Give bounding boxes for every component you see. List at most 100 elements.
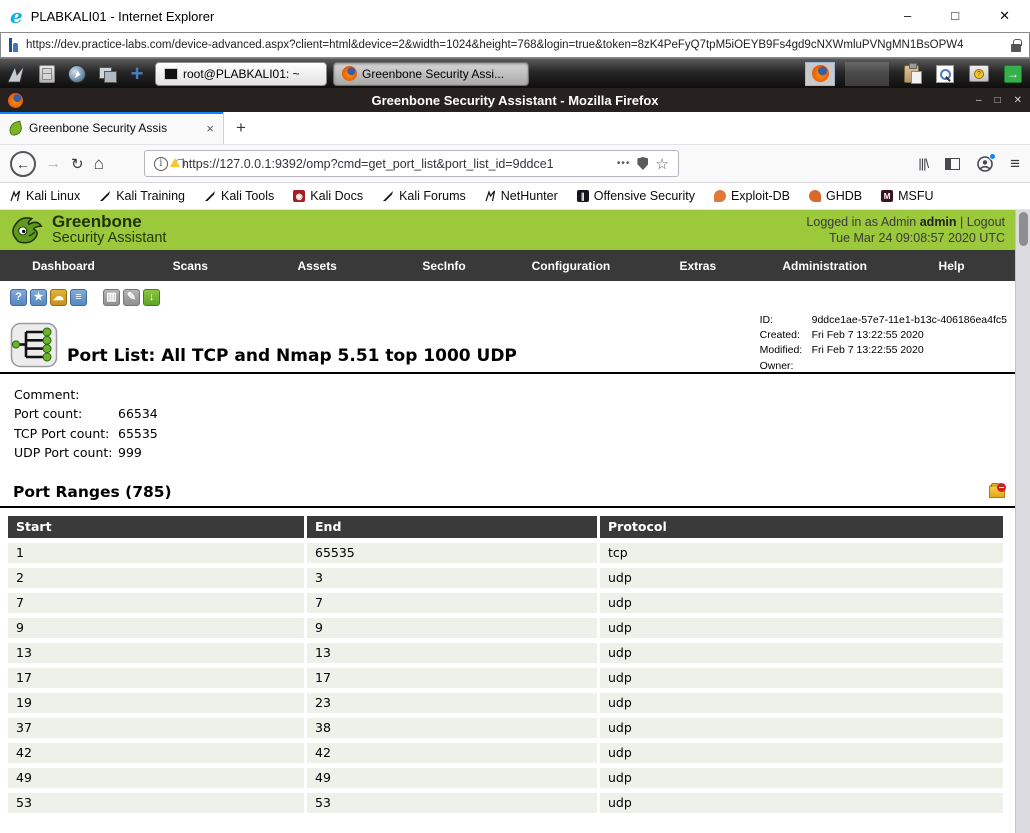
greenbone-brand[interactable]: Greenbone Security Assistant [8,211,166,249]
ie-url-text[interactable]: https://dev.practice-labs.com/device-adv… [26,39,1004,51]
ie-window-controls: – □ ✕ [904,8,1020,24]
ie-maximize-button[interactable]: □ [951,8,959,24]
bookmark-msfu[interactable]: M MSFU [881,189,933,203]
table-cell: 53 [307,793,597,813]
table-cell: udp [600,768,1003,788]
menu-configuration[interactable]: Configuration [508,259,635,273]
fold-badge [997,483,1006,492]
ghdb-icon [809,190,821,202]
firefox-minimize-button[interactable]: – [976,95,982,106]
port-ranges-table: Start End Protocol 1 65535 tcp 2 3 udp 7… [8,516,1015,813]
forward-button[interactable]: → [46,155,61,172]
account-icon[interactable] [977,156,993,172]
taskbar-firefox-button[interactable]: Greenbone Security Assi... [333,62,529,86]
fold-icon[interactable] [989,485,1005,498]
offensive-security-icon: ∥ [577,190,589,202]
page-header: Port List: All TCP and Nmap 5.51 top 100… [0,310,1015,374]
workspaces-icon[interactable] [95,62,119,86]
menu-scans[interactable]: Scans [127,259,254,273]
ie-close-button[interactable]: ✕ [999,8,1010,24]
greenbone-logo [8,211,46,249]
tracking-protection-icon[interactable] [637,157,648,170]
page-scrollbar[interactable] [1015,210,1030,833]
bookmark-kali-forums[interactable]: Kali Forums [382,189,466,203]
nethunter-dragon-icon [485,190,496,202]
firefox-restore-button[interactable]: □ [995,95,1001,106]
help-icon[interactable]: ? [10,289,27,306]
modified-value: Fri Feb 7 13:22:55 2020 [812,343,924,358]
firefox-window-controls: – □ ✕ [976,95,1022,106]
terminal-task-label: root@PLABKALI01: ~ [183,67,300,81]
column-header-start: Start [8,516,304,538]
bookmark-kali-training[interactable]: Kali Training [99,189,185,203]
web-browser-icon[interactable] [65,62,89,86]
menu-hamburger-icon[interactable]: ≡ [1010,154,1020,174]
sidebar-toggle-icon[interactable] [945,158,960,170]
gsa-header: Greenbone Security Assistant Logged in a… [0,210,1015,250]
edit-icon[interactable]: ✎ [123,289,140,306]
add-launcher-icon[interactable]: + [125,62,149,86]
table-cell: 2 [8,568,304,588]
table-cell: 13 [307,643,597,663]
table-cell: 19 [8,693,304,713]
tab-greenbone[interactable]: Greenbone Security Assis × [0,112,224,144]
firefox-nav-bar: ← → ↻ ⌂ i https://127.0.0.1:9392/omp?cmd… [0,145,1030,183]
modified-label: Modified: [760,343,812,358]
bookmark-star-icon[interactable]: ☆ [655,155,668,173]
back-button[interactable]: ← [10,151,36,177]
library-icon[interactable]: |||\ [918,156,928,171]
trashcan-icon[interactable]: ▥ [103,289,120,306]
taskbar-terminal-button[interactable]: root@PLABKALI01: ~ [155,62,327,86]
bookmark-nethunter[interactable]: NetHunter [485,189,558,203]
bookmark-kali-tools[interactable]: Kali Tools [204,189,274,203]
ie-minimize-button[interactable]: – [904,8,911,24]
menu-help[interactable]: Help [888,259,1015,273]
logout-icon[interactable]: → [1001,62,1025,86]
browser-viewport: Greenbone Security Assistant Logged in a… [0,210,1030,833]
logout-link[interactable]: Logout [967,215,1005,229]
menu-dashboard[interactable]: Dashboard [0,259,127,273]
id-label: ID: [760,313,812,328]
scrollbar-thumb[interactable] [1019,212,1028,246]
bookmark-kali-linux[interactable]: Kali Linux [10,189,80,203]
workspace-pager[interactable] [805,62,835,86]
tab-close-icon[interactable]: × [206,121,214,136]
page-info-icon[interactable]: i [154,157,168,171]
bookmarks-bar: Kali Linux Kali Training Kali Tools ◉ Ka… [0,183,1030,210]
table-cell: 3 [307,568,597,588]
table-cell: udp [600,668,1003,688]
bookmark-ghdb[interactable]: GHDB [809,189,862,203]
menu-secinfo[interactable]: SecInfo [381,259,508,273]
firefox-close-button[interactable]: ✕ [1014,95,1022,106]
udp-port-count-value: 999 [118,443,142,462]
clipboard-icon[interactable] [899,62,923,86]
clock-applet-icon[interactable]: ? [967,62,991,86]
export-icon[interactable]: ↓ [143,289,160,306]
id-value: 9ddce1ae-57e7-11e1-b13c-406186ea4fc5 [812,313,1007,328]
file-manager-icon[interactable] [35,62,59,86]
new-tab-button[interactable]: + [224,112,258,144]
page-actions-icon[interactable]: ••• [617,158,631,169]
menu-extras[interactable]: Extras [634,259,761,273]
menu-assets[interactable]: Assets [254,259,381,273]
reload-button[interactable]: ↻ [71,155,84,173]
table-cell: udp [600,693,1003,713]
ie-address-bar[interactable]: https://dev.practice-labs.com/device-adv… [0,32,1030,58]
screenshot-tool-icon[interactable] [933,62,957,86]
udp-port-count-label: UDP Port count: [14,443,118,462]
menu-administration[interactable]: Administration [761,259,888,273]
url-text[interactable]: https://127.0.0.1:9392/omp?cmd=get_port_… [182,157,610,171]
bookmark-offensive-security[interactable]: ∥ Offensive Security [577,189,695,203]
firefox-url-bar[interactable]: i https://127.0.0.1:9392/omp?cmd=get_por… [144,150,679,177]
list-icon[interactable]: ≡ [70,289,87,306]
home-button[interactable]: ⌂ [94,154,104,174]
bookmark-kali-docs[interactable]: ◉ Kali Docs [293,189,363,203]
msfu-icon: M [881,190,893,202]
server-datetime: Tue Mar 24 09:08:57 2020 UTC [806,230,1005,246]
table-cell: 49 [307,768,597,788]
table-cell: udp [600,618,1003,638]
clone-icon[interactable]: ☁ [50,289,67,306]
bookmark-exploit-db[interactable]: Exploit-DB [714,189,790,203]
kali-menu-icon[interactable] [5,62,29,86]
new-icon[interactable]: ★ [30,289,47,306]
